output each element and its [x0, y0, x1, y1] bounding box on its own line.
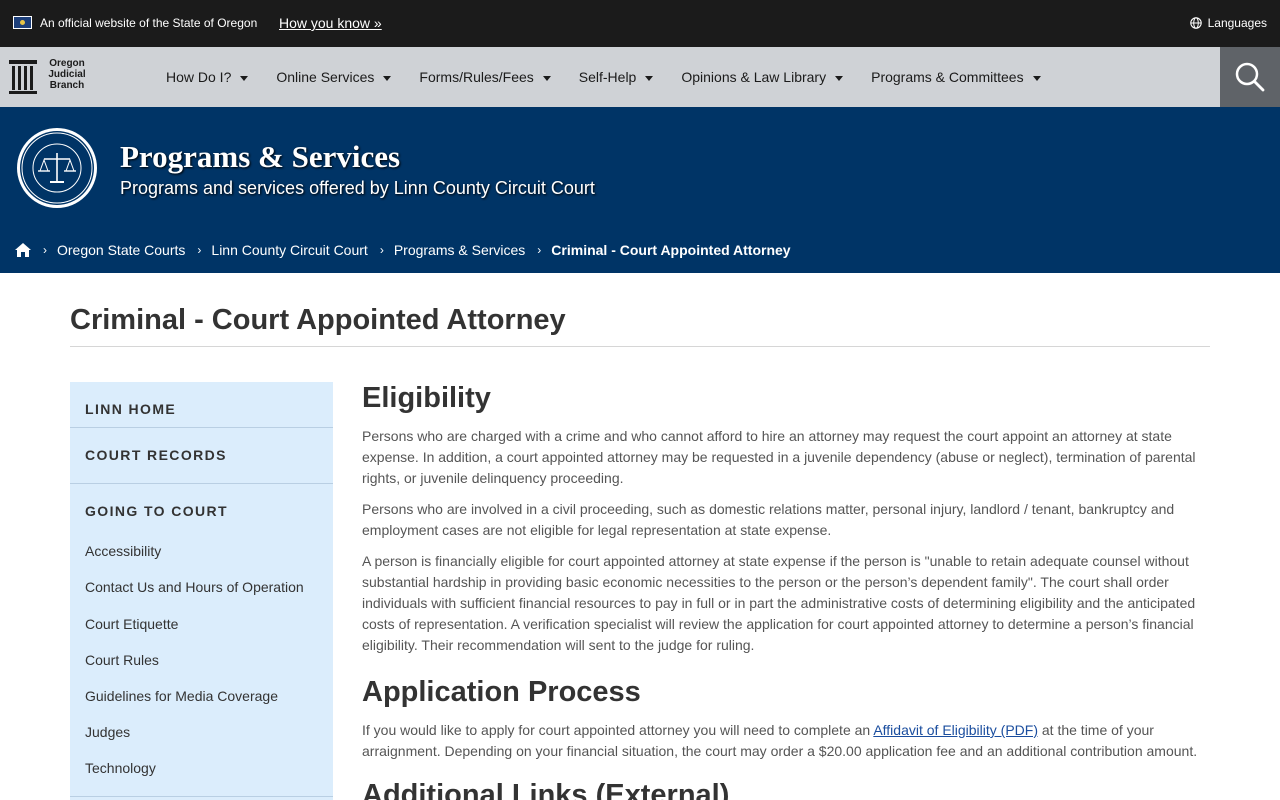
- page-title: Criminal - Court Appointed Attorney: [70, 304, 566, 336]
- logo-text: Oregon Judicial Branch: [45, 58, 89, 91]
- nav-forms-rules-fees[interactable]: Forms/Rules/Fees: [405, 47, 564, 107]
- official-website-text: An official website of the State of Oreg…: [40, 16, 258, 30]
- nav-label: Self-Help: [578, 69, 637, 85]
- sidebar-link-accessibility[interactable]: Accessibility: [85, 542, 161, 560]
- sidebar-link-court-etiquette[interactable]: Court Etiquette: [85, 615, 178, 633]
- languages-label: Languages: [1207, 16, 1267, 30]
- nav-opinions-law-library[interactable]: Opinions & Law Library: [667, 47, 857, 107]
- breadcrumb-current: Criminal - Court Appointed Attorney: [551, 242, 791, 258]
- nav-self-help[interactable]: Self-Help: [565, 47, 668, 107]
- breadcrumb-programs-services[interactable]: Programs & Services: [394, 241, 525, 259]
- search-button[interactable]: [1220, 47, 1280, 107]
- chevron-right-icon: ›: [197, 243, 202, 257]
- sidebar-court-records[interactable]: COURT RECORDS: [70, 447, 333, 463]
- chevron-right-icon: ›: [43, 243, 47, 257]
- page-header-banner: Programs & Services Programs and service…: [0, 107, 1280, 273]
- chevron-down-icon: [1032, 76, 1041, 81]
- judicial-seal-icon: [17, 128, 97, 208]
- nav-label: Opinions & Law Library: [681, 69, 827, 85]
- logo-line-1: Oregon: [49, 58, 85, 69]
- breadcrumb-linn-county[interactable]: Linn County Circuit Court: [211, 241, 367, 259]
- chevron-down-icon: [383, 76, 392, 81]
- eligibility-paragraph-1: Persons who are charged with a crime and…: [362, 428, 1196, 486]
- oregon-flag-icon: [13, 16, 32, 29]
- application-process-heading: Application Process: [362, 676, 641, 708]
- sidebar-divider: [70, 427, 333, 428]
- sidebar: LINN HOME COURT RECORDS GOING TO COURT A…: [70, 382, 333, 800]
- sidebar-divider: [70, 796, 333, 797]
- nav-online-services[interactable]: Online Services: [262, 47, 405, 107]
- logo-pillar: [18, 66, 21, 90]
- main-navigation: Oregon Judicial Branch How Do I? Online …: [0, 47, 1280, 107]
- chevron-down-icon: [645, 76, 654, 81]
- ojd-logo[interactable]: Oregon Judicial Branch: [9, 58, 99, 96]
- sidebar-going-to-court[interactable]: GOING TO COURT: [70, 503, 333, 519]
- logo-line-3: Branch: [49, 80, 85, 91]
- logo-pillar: [12, 66, 15, 90]
- additional-links-heading: Additional Links (External): [362, 779, 730, 800]
- logo-pillar: [30, 66, 33, 90]
- home-icon[interactable]: [15, 243, 31, 257]
- eligibility-heading: Eligibility: [362, 382, 491, 414]
- chevron-down-icon: [542, 76, 551, 81]
- section-subtitle: Programs and services offered by Linn Co…: [120, 178, 595, 198]
- languages-button[interactable]: Languages: [1189, 15, 1267, 31]
- sidebar-link-judges[interactable]: Judges: [85, 723, 130, 741]
- nav-label: Programs & Committees: [871, 69, 1024, 85]
- chevron-right-icon: ›: [379, 243, 384, 257]
- section-title: Programs & Services: [120, 139, 401, 174]
- affidavit-of-eligibility-link[interactable]: Affidavit of Eligibility (PDF): [873, 722, 1038, 738]
- title-divider: [70, 346, 1210, 347]
- application-paragraph: If you would like to apply for court app…: [362, 720, 1210, 762]
- nav-menu: How Do I? Online Services Forms/Rules/Fe…: [152, 47, 1055, 107]
- nav-programs-committees[interactable]: Programs & Committees: [857, 47, 1054, 107]
- search-icon: [1235, 62, 1265, 92]
- chevron-down-icon: [240, 76, 249, 81]
- nav-label: Forms/Rules/Fees: [419, 69, 534, 85]
- sidebar-link-court-rules[interactable]: Court Rules: [85, 651, 159, 669]
- breadcrumb-oregon-state-courts[interactable]: Oregon State Courts: [57, 241, 185, 259]
- official-banner: An official website of the State of Oreg…: [0, 0, 1280, 47]
- nav-label: How Do I?: [166, 69, 232, 85]
- nav-label: Online Services: [276, 69, 375, 85]
- nav-how-do-i[interactable]: How Do I?: [152, 47, 262, 107]
- breadcrumb: › Oregon State Courts › Linn County Circ…: [15, 241, 791, 259]
- sidebar-link-technology[interactable]: Technology: [85, 759, 156, 777]
- chevron-right-icon: ›: [537, 243, 542, 257]
- logo-pillar-base: [9, 91, 37, 94]
- globe-icon: [1189, 17, 1202, 29]
- sidebar-link-media-guidelines[interactable]: Guidelines for Media Coverage: [85, 687, 278, 705]
- logo-pillar: [24, 66, 27, 90]
- logo-pillar-top: [9, 60, 37, 64]
- sidebar-link-contact-us[interactable]: Contact Us and Hours of Operation: [85, 578, 304, 596]
- how-you-know-link[interactable]: How you know »: [279, 14, 382, 32]
- application-text: If you would like to apply for court app…: [362, 722, 874, 738]
- logo-line-2: Judicial: [48, 69, 86, 80]
- sidebar-divider: [70, 483, 333, 484]
- chevron-down-icon: [835, 76, 844, 81]
- eligibility-paragraph-2: Persons who are involved in a civil proc…: [362, 501, 1175, 538]
- sidebar-linn-home[interactable]: LINN HOME: [70, 401, 333, 417]
- eligibility-paragraph-3: A person is financially eligible for cou…: [362, 553, 1196, 653]
